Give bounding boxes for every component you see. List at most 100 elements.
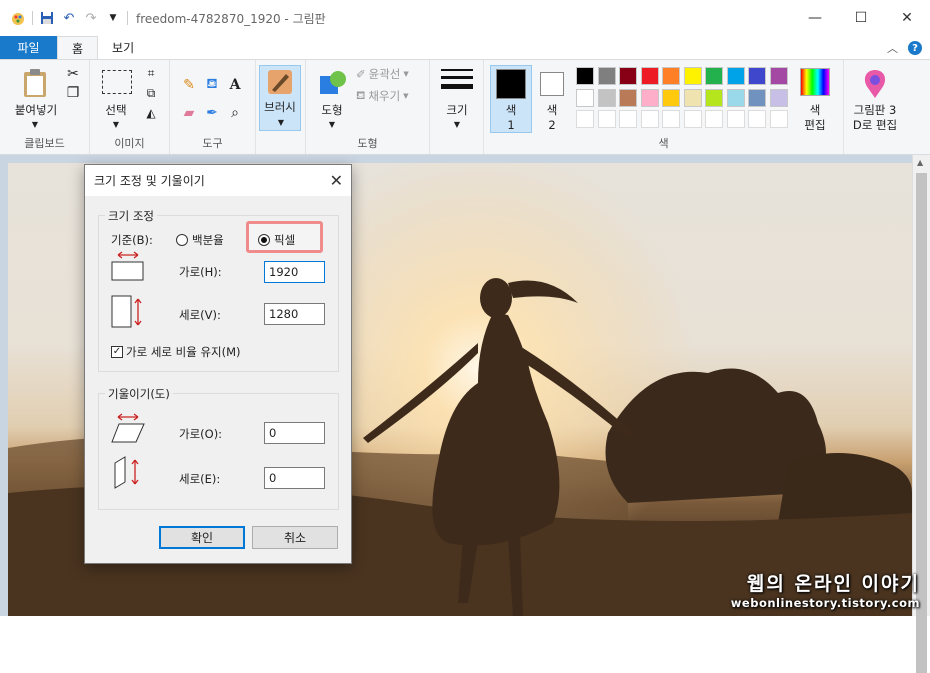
color2-label-line1: 색 <box>546 103 558 117</box>
fill-bucket-icon[interactable]: ⛾ <box>203 76 221 94</box>
palette-color-swatch[interactable] <box>640 67 659 85</box>
select-icon[interactable] <box>102 70 132 94</box>
dialog-title-bar: 크기 조정 및 기울이기 ✕ <box>85 165 351 196</box>
paint3d-group: 그림판 3 D로 편집 <box>844 60 906 154</box>
fill-button[interactable]: ⛾ 채우기 ▼ <box>356 88 409 104</box>
outline-button[interactable]: ✐ 윤곽선 ▼ <box>356 66 409 82</box>
palette-custom-slot[interactable] <box>662 110 680 128</box>
palette-custom-slot[interactable] <box>640 110 659 128</box>
tab-home[interactable]: 홈 <box>57 36 99 59</box>
color-picker-icon[interactable]: ✒ <box>203 104 221 122</box>
select-button[interactable]: 선택 <box>98 103 134 117</box>
pixel-radio[interactable]: 픽셀 <box>258 232 295 248</box>
palette-custom-slot[interactable] <box>619 110 637 128</box>
shapes-group-label: 도형 <box>357 137 378 150</box>
size-icon[interactable] <box>441 69 473 89</box>
help-icon[interactable]: ? <box>908 41 922 55</box>
palette-color-swatch[interactable] <box>748 88 766 107</box>
paint3d-icon[interactable] <box>860 68 890 103</box>
brush-dropdown-icon[interactable]: ▼ <box>274 116 288 130</box>
shapes-button[interactable]: 도형 <box>314 103 350 117</box>
minimize-button[interactable]: — <box>792 0 838 36</box>
paste-button[interactable]: 붙여넣기 <box>8 103 64 117</box>
palette-color-swatch[interactable] <box>662 88 680 107</box>
scroll-up-icon[interactable]: ▲ <box>917 158 923 167</box>
resize-icon[interactable]: ⧉ <box>142 84 160 102</box>
palette-custom-slot[interactable] <box>748 110 766 128</box>
color2-swatch[interactable] <box>540 72 564 96</box>
copy-icon[interactable]: ❐ <box>64 84 82 102</box>
horizontal-resize-icon <box>111 249 145 286</box>
vertical-size-input[interactable]: 1280 <box>264 303 325 325</box>
paint-app-icon[interactable] <box>10 10 26 26</box>
edit-colors-icon[interactable] <box>800 68 830 96</box>
magnifier-icon[interactable]: ⌕ <box>226 104 244 122</box>
palette-custom-slot[interactable] <box>576 110 594 128</box>
palette-color-swatch[interactable] <box>683 88 702 107</box>
palette-custom-slot[interactable] <box>683 110 702 128</box>
palette-color-swatch[interactable] <box>619 88 637 107</box>
separator <box>127 11 128 25</box>
fill-icon: ⛾ <box>356 88 366 102</box>
skew-horizontal-input[interactable]: 0 <box>264 422 325 444</box>
dialog-close-button[interactable]: ✕ <box>330 171 343 190</box>
shapes-dropdown-icon[interactable]: ▼ <box>325 118 339 132</box>
customize-quick-access-icon[interactable]: ▼ <box>105 10 121 26</box>
palette-custom-slot[interactable] <box>726 110 745 128</box>
image-group: 선택 ▼ ⌗ ⧉ ◭ 이미지 <box>90 60 170 154</box>
shapes-icon[interactable] <box>318 68 348 101</box>
skew-vertical-input[interactable]: 0 <box>264 467 325 489</box>
horizontal-size-input[interactable]: 1920 <box>264 261 325 283</box>
paste-dropdown-icon[interactable]: ▼ <box>28 118 42 132</box>
palette-color-swatch[interactable] <box>576 67 594 85</box>
ribbon-tabs: 파일 홈 보기 ︿ ? <box>0 36 930 59</box>
tab-view[interactable]: 보기 <box>98 36 148 59</box>
palette-color-swatch[interactable] <box>683 67 702 85</box>
redo-icon[interactable]: ↷ <box>83 10 99 26</box>
cancel-button[interactable]: 취소 <box>252 526 338 549</box>
palette-color-swatch[interactable] <box>705 67 723 85</box>
paint3d-label-line1[interactable]: 그림판 3 <box>844 103 906 117</box>
palette-color-swatch[interactable] <box>726 67 745 85</box>
rotate-icon[interactable]: ◭ <box>142 104 160 122</box>
vertical-scrollbar[interactable]: ▲ <box>912 155 930 673</box>
palette-color-swatch[interactable] <box>619 67 637 85</box>
close-window-button[interactable]: ✕ <box>884 0 930 36</box>
color2-label-line2: 2 <box>548 118 556 132</box>
tab-file[interactable]: 파일 <box>0 36 57 59</box>
outline-label: 윤곽선 <box>368 67 401 81</box>
palette-custom-slot[interactable] <box>769 110 788 128</box>
palette-color-swatch[interactable] <box>597 67 616 85</box>
collapse-ribbon-icon[interactable]: ︿ <box>887 40 898 56</box>
pencil-icon[interactable]: ✎ <box>180 76 198 94</box>
palette-color-swatch[interactable] <box>640 88 659 107</box>
save-icon[interactable] <box>39 10 55 26</box>
size-dropdown-icon[interactable]: ▼ <box>450 118 464 132</box>
palette-color-swatch[interactable] <box>576 88 594 107</box>
palette-custom-slot[interactable] <box>705 110 723 128</box>
palette-color-swatch[interactable] <box>705 88 723 107</box>
ribbon: 붙여넣기 ▼ ✂ ❐ 클립보드 선택 ▼ ⌗ ⧉ ◭ 이미지 ✎ ⛾ A ▰ ✒… <box>0 59 930 155</box>
maximize-button[interactable]: ☐ <box>838 0 884 36</box>
palette-custom-slot[interactable] <box>597 110 616 128</box>
eraser-icon[interactable]: ▰ <box>180 104 198 122</box>
paint3d-label-line2[interactable]: D로 편집 <box>844 118 906 132</box>
palette-color-swatch[interactable] <box>726 88 745 107</box>
ok-button[interactable]: 확인 <box>159 526 245 549</box>
text-tool-icon[interactable]: A <box>226 76 244 94</box>
image-group-label: 이미지 <box>114 137 145 150</box>
paste-icon[interactable] <box>22 68 48 101</box>
palette-color-swatch[interactable] <box>597 88 616 107</box>
palette-color-swatch[interactable] <box>662 67 680 85</box>
undo-icon[interactable]: ↶ <box>61 10 77 26</box>
cut-icon[interactable]: ✂ <box>64 65 82 83</box>
keep-ratio-checkbox[interactable]: ✓ 가로 세로 비율 유지(M) <box>111 344 241 360</box>
skew-v-label: 세로(E): <box>179 472 221 486</box>
percent-radio[interactable]: 백분율 <box>176 232 224 248</box>
crop-icon[interactable]: ⌗ <box>142 64 160 82</box>
select-dropdown-icon[interactable]: ▼ <box>109 118 123 132</box>
palette-color-swatch[interactable] <box>748 67 766 85</box>
palette-color-swatch[interactable] <box>769 88 788 107</box>
palette-color-swatch[interactable] <box>769 67 788 85</box>
size-button[interactable]: 크기 <box>434 103 480 117</box>
